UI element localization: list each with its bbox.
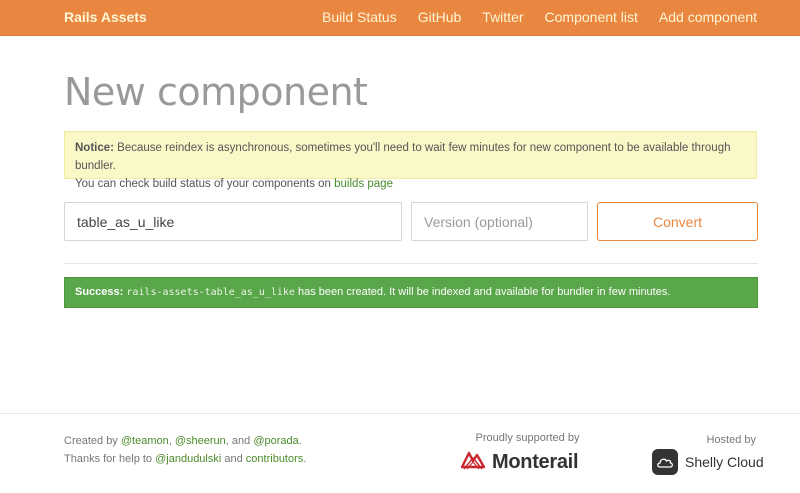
nav-github[interactable]: GitHub [418,9,462,25]
nav-build-status[interactable]: Build Status [322,9,397,25]
top-navbar: Rails Assets Build Status GitHub Twitter… [0,0,800,36]
nav-component-list[interactable]: Component list [545,9,638,25]
divider [64,263,758,264]
shelly-cloud-icon [652,449,678,475]
nav-add-component[interactable]: Add component [659,9,757,25]
notice-alert: Notice: Because reindex is asynchronous,… [64,131,757,190]
gem-name: rails-assets-table_as_u_like [126,287,295,298]
credits-sep: , and [225,435,254,447]
convert-button[interactable]: Convert [597,202,758,241]
notice-text: Because reindex is asynchronous, sometim… [75,142,731,172]
brand-link[interactable]: Rails Assets [64,9,147,25]
shelly-cloud-link[interactable]: Shelly Cloud [652,449,764,475]
hosted-by-label: Hosted by [706,434,756,446]
success-label: Success: [75,286,124,298]
monterail-logo-link[interactable]: Monterail [460,449,579,476]
helper-jandudulski-link[interactable]: @jandudulski [155,453,221,465]
credits-text: Created by [64,435,121,447]
footer-divider [0,413,800,414]
thanks-and: and [221,453,246,465]
nav-twitter[interactable]: Twitter [482,9,523,25]
version-input[interactable] [411,202,588,241]
author-porada-link[interactable]: @porada [253,435,298,447]
thanks-end: . [303,453,307,465]
shelly-cloud-text: Shelly Cloud [685,454,764,470]
supported-by-label: Proudly supported by [475,432,580,444]
notice-text-2: You can check build status of your compo… [75,178,335,190]
author-teamon-link[interactable]: @teamon [121,435,169,447]
component-name-input[interactable] [64,202,402,241]
monterail-text: Monterail [492,451,579,473]
notice-label: Notice: [75,142,114,154]
success-text: has been created. It will be indexed and… [294,286,671,298]
page-title: New component [64,70,368,114]
builds-page-link[interactable]: builds page [334,178,393,190]
contributors-link[interactable]: contributors [246,453,303,465]
thanks-text: Thanks for help to [64,453,156,465]
monterail-logo-icon [460,449,486,476]
author-sheerun-link[interactable]: @sheerun [175,435,226,447]
nav-links: Build Status GitHub Twitter Component li… [301,9,757,25]
success-alert: Success: rails-assets-table_as_u_like ha… [64,277,758,308]
footer-credits: Created by @teamon, @sheerun, and @porad… [64,432,306,468]
credits-end: . [298,435,302,447]
